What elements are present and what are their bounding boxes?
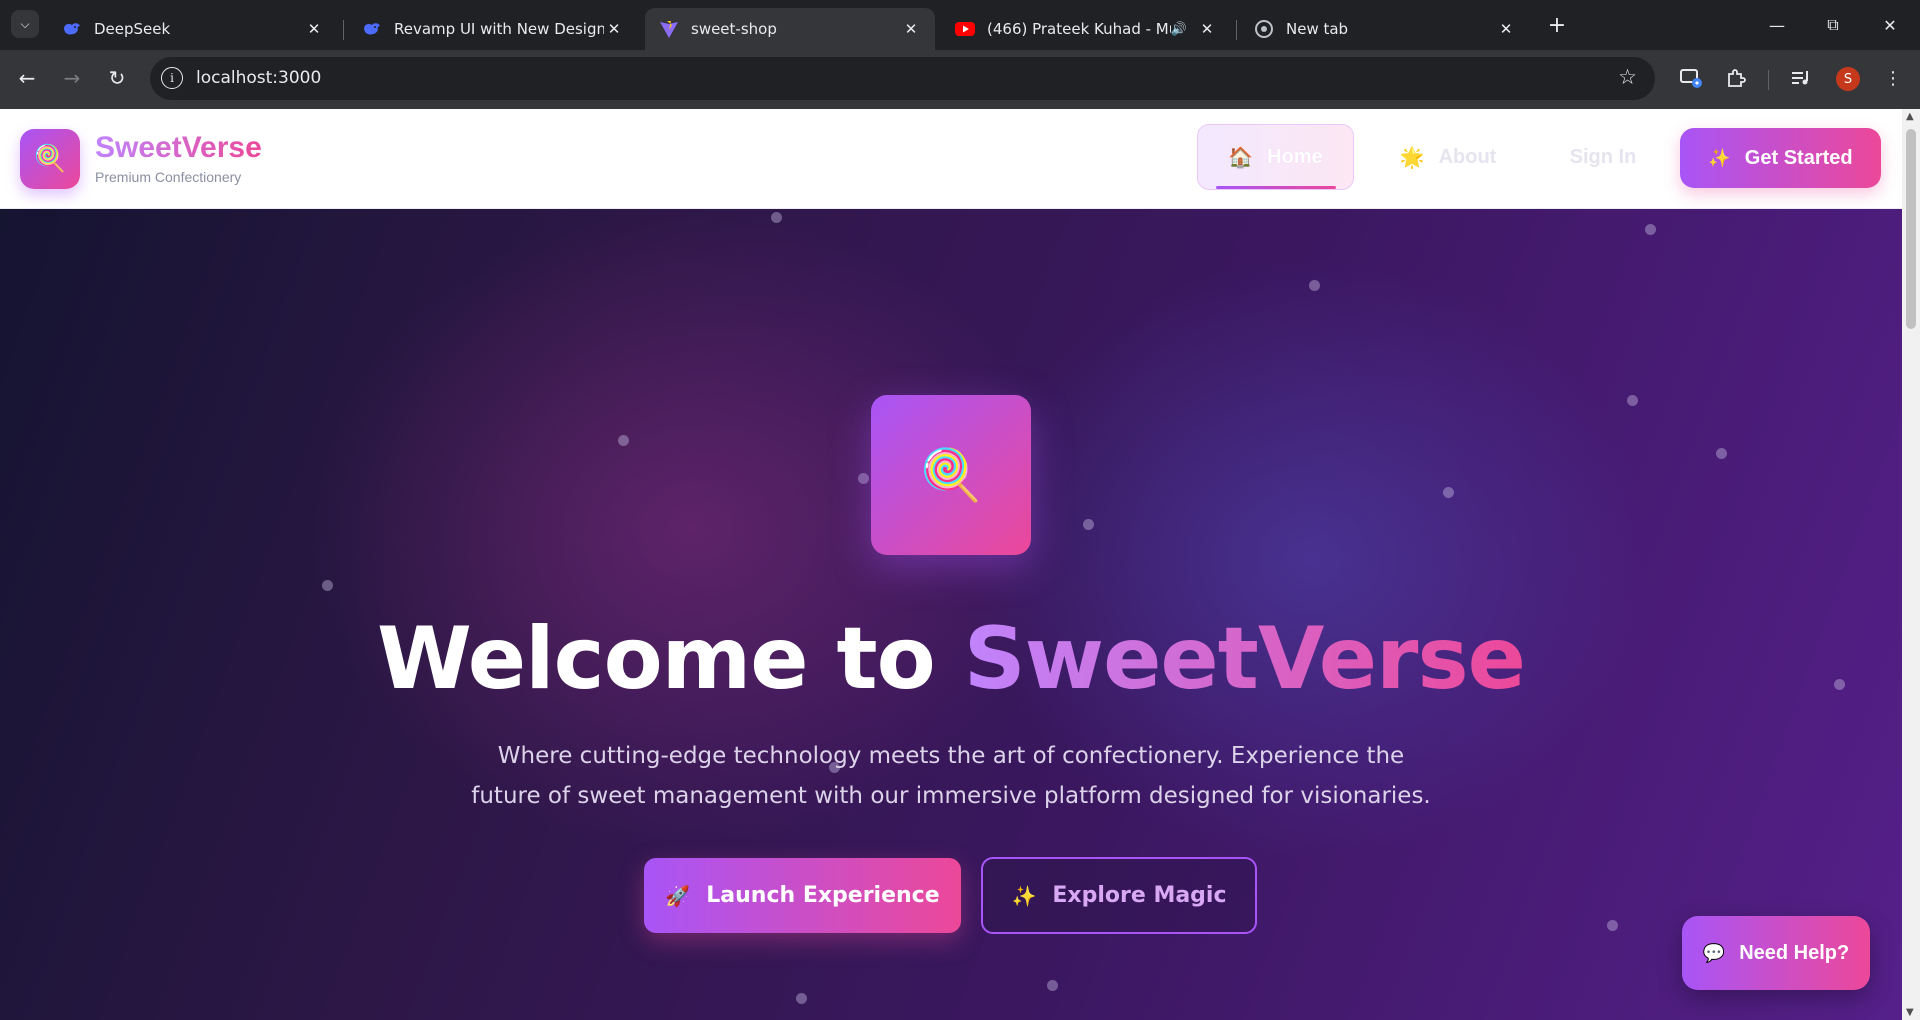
star-icon: 🌟: [1399, 146, 1425, 169]
tab-separator: [1236, 20, 1237, 40]
active-underline: [1216, 186, 1336, 189]
close-icon: ✕: [1883, 15, 1897, 35]
tab-title: Revamp UI with New Design Sy: [394, 20, 604, 38]
house-icon: 🏠: [1228, 146, 1254, 169]
nav-link-label: Sign In: [1569, 145, 1637, 168]
reload-icon: ↻: [108, 66, 126, 90]
launch-experience-label: Launch Experience: [706, 883, 940, 908]
brand-name[interactable]: SweetVerse: [95, 131, 262, 165]
browser-tab-strip: ⌵ DeepSeek ✕ Revamp UI with New Design S…: [0, 0, 1920, 50]
page-scrollbar[interactable]: ▲ ▼: [1902, 109, 1920, 1020]
brand-tagline: Premium Confectionery: [95, 169, 242, 185]
deepseek-icon: [362, 19, 382, 39]
arrow-left-icon: ←: [18, 66, 36, 90]
get-started-label: Get Started: [1744, 146, 1853, 169]
nav-link-about[interactable]: 🌟 About: [1378, 124, 1518, 190]
close-icon[interactable]: ✕: [304, 19, 324, 39]
tab-deepseek[interactable]: DeepSeek ✕: [48, 8, 338, 50]
web-page: 🍭 SweetVerse Premium Confectionery 🏠 Hom…: [0, 109, 1902, 1020]
browser-toolbar: ← → ↻ i localhost:3000 ☆ S ⋮: [0, 50, 1920, 109]
site-info-icon[interactable]: i: [161, 67, 183, 89]
floating-dot: [796, 993, 807, 1004]
floating-dot: [1309, 280, 1320, 291]
tab-title: New tab: [1286, 20, 1349, 38]
reload-button[interactable]: ↻: [102, 63, 132, 93]
floating-dot: [1607, 920, 1618, 931]
explore-magic-label: Explore Magic: [1052, 883, 1227, 908]
floating-dot: [1627, 395, 1638, 406]
lollipop-logo-icon[interactable]: 🍭: [20, 129, 80, 189]
rocket-icon: 🚀: [665, 883, 691, 908]
restore-button[interactable]: ⧉: [1811, 8, 1855, 42]
tab-title: (466) Prateek Kuhad - Mula: [987, 20, 1171, 38]
need-help-button[interactable]: 💬 Need Help?: [1682, 916, 1870, 990]
floating-dot: [1645, 224, 1656, 235]
address-bar[interactable]: i localhost:3000 ☆: [150, 57, 1655, 100]
cast-icon[interactable]: [1676, 63, 1706, 93]
close-window-button[interactable]: ✕: [1868, 8, 1912, 42]
nav-link-label: Home: [1267, 145, 1323, 168]
tab-separator: [343, 20, 344, 40]
deepseek-icon: [62, 19, 82, 39]
close-icon[interactable]: ✕: [1197, 19, 1217, 39]
close-icon[interactable]: ✕: [1496, 19, 1516, 39]
vite-icon: [659, 19, 679, 39]
floating-dot: [1716, 448, 1727, 459]
nav-link-sign-in[interactable]: Sign In: [1550, 124, 1656, 190]
tab-search-button[interactable]: ⌵: [11, 10, 39, 38]
chrome-icon: [1254, 19, 1274, 39]
tab-title: DeepSeek: [94, 20, 171, 38]
need-help-label: Need Help?: [1739, 941, 1850, 964]
minimize-icon: —: [1769, 15, 1785, 35]
scrollbar-thumb[interactable]: [1906, 129, 1916, 329]
plus-icon: +: [1547, 12, 1567, 38]
floating-dot: [618, 435, 629, 446]
speaker-icon[interactable]: 🔊: [1171, 22, 1187, 37]
floating-dot: [771, 212, 782, 223]
scroll-up-arrow-icon[interactable]: ▲: [1906, 111, 1914, 122]
close-icon[interactable]: ✕: [604, 19, 624, 39]
tab-youtube[interactable]: (466) Prateek Kuhad - Mula 🔊 ✕: [941, 8, 1231, 50]
forward-button[interactable]: →: [57, 63, 87, 93]
minimize-button[interactable]: —: [1755, 8, 1799, 42]
profile-avatar[interactable]: S: [1836, 67, 1860, 91]
floating-dot: [322, 580, 333, 591]
lollipop-icon: 🍭: [871, 395, 1031, 555]
tab-sweet-shop[interactable]: sweet-shop ✕: [645, 8, 935, 50]
tab-title: sweet-shop: [691, 20, 777, 38]
floating-dot: [1083, 519, 1094, 530]
floating-dot: [858, 473, 869, 484]
hero-title-prefix: Welcome to: [377, 609, 964, 709]
hero-title-highlight: SweetVerse: [963, 609, 1526, 709]
restore-icon: ⧉: [1827, 15, 1839, 34]
scroll-down-arrow-icon[interactable]: ▼: [1906, 1007, 1914, 1018]
sparkles-icon: ✨: [1011, 883, 1037, 908]
nav-link-label: About: [1438, 145, 1497, 168]
floating-dot: [1047, 980, 1058, 991]
sparkles-icon: ✨: [1708, 147, 1731, 168]
tab-revamp-ui[interactable]: Revamp UI with New Design Sy ✕: [348, 8, 638, 50]
arrow-right-icon: →: [63, 66, 81, 90]
hero-title: Welcome to SweetVerse: [0, 609, 1902, 709]
youtube-icon: [955, 19, 975, 39]
launch-experience-button[interactable]: 🚀 Launch Experience: [644, 858, 961, 933]
explore-magic-button[interactable]: ✨ Explore Magic: [981, 857, 1257, 934]
tab-new-tab[interactable]: New tab ✕: [1240, 8, 1530, 50]
bookmark-star-icon[interactable]: ☆: [1618, 65, 1637, 89]
menu-kebab-icon[interactable]: ⋮: [1878, 63, 1908, 93]
floating-dot: [1443, 487, 1454, 498]
toolbar-divider: [1768, 70, 1769, 90]
url-text[interactable]: localhost:3000: [196, 68, 321, 88]
close-icon[interactable]: ✕: [901, 19, 921, 39]
chat-bubble-icon: 💬: [1702, 942, 1726, 963]
back-button[interactable]: ←: [12, 63, 42, 93]
new-tab-button[interactable]: +: [1544, 12, 1570, 38]
extensions-puzzle-icon[interactable]: [1721, 63, 1751, 93]
hero-subtitle: Where cutting-edge technology meets the …: [471, 743, 1431, 809]
nav-link-home[interactable]: 🏠 Home: [1197, 124, 1354, 190]
media-controls-icon[interactable]: [1786, 63, 1816, 93]
site-navbar: 🍭 SweetVerse Premium Confectionery 🏠 Hom…: [0, 109, 1902, 209]
chevron-down-icon: ⌵: [20, 16, 30, 31]
get-started-button[interactable]: ✨ Get Started: [1680, 128, 1881, 188]
